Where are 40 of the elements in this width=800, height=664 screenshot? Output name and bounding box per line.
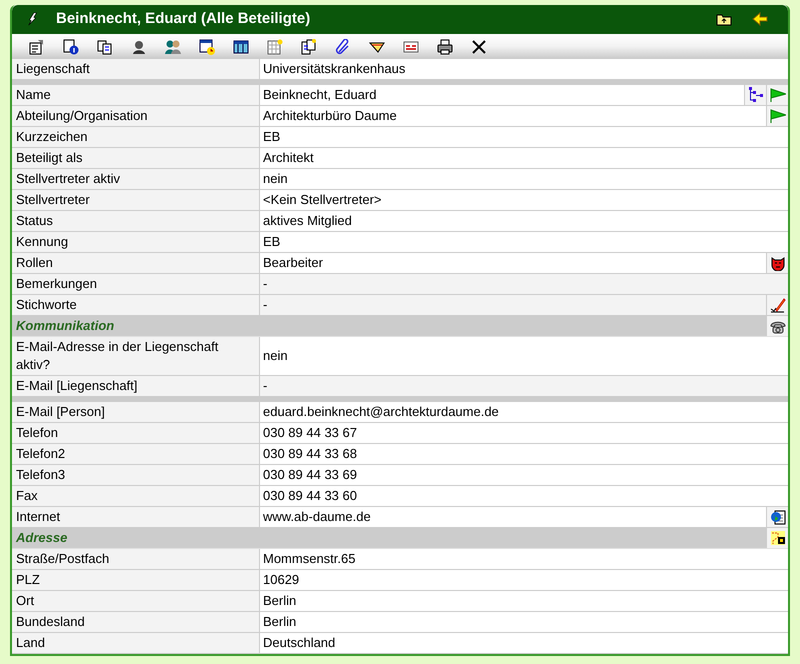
field-label: Status (12, 211, 260, 231)
field-label: Telefon3 (12, 465, 260, 485)
field-label: Stichworte (12, 295, 260, 315)
field-label: PLZ (12, 570, 260, 590)
field-label: Bundesland (12, 612, 260, 632)
field-label: Abteilung/Organisation (12, 106, 260, 126)
field-value: - (260, 295, 766, 315)
section-heading: Kommunikation (15, 317, 116, 335)
field-label: Kurzzeichen (12, 127, 260, 147)
flag-icon[interactable] (766, 106, 788, 126)
field-label: E-Mail [Person] (12, 402, 260, 422)
field-value: - (260, 274, 788, 294)
field-label: Straße/Postfach (12, 549, 260, 569)
telephone-icon[interactable] (766, 316, 788, 336)
field-label: Name (12, 85, 260, 105)
globe-page-icon[interactable] (766, 507, 788, 527)
window-title: Beinknecht, Eduard (Alle Beteiligte) (56, 9, 312, 30)
field-label: E-Mail-Adresse in der Liegenschaft aktiv? (12, 337, 260, 375)
field-label: Liegenschaft (12, 59, 260, 79)
field-label: E-Mail [Liegenschaft] (12, 376, 260, 396)
field-label: Stellvertreter aktiv (12, 169, 260, 189)
pen-icon[interactable] (766, 295, 788, 315)
field-label: Land (12, 633, 260, 653)
field-label: Beteiligt als (12, 148, 260, 168)
tree-icon[interactable] (744, 85, 766, 105)
app-icon (26, 11, 40, 28)
field-label: Stellvertreter (12, 190, 260, 210)
field-label: Rollen (12, 253, 260, 273)
field-label: Fax (12, 486, 260, 506)
field-label: Ort (12, 591, 260, 611)
field-value: - (260, 376, 788, 396)
section-heading: Adresse (14, 529, 68, 547)
field-label: Bemerkungen (12, 274, 260, 294)
field-label: Telefon2 (12, 444, 260, 464)
address-card-icon[interactable] (766, 528, 788, 548)
mask-icon[interactable] (766, 253, 788, 273)
flag-icon[interactable] (766, 85, 788, 105)
field-label: Internet (12, 507, 260, 527)
field-label: Kennung (12, 232, 260, 252)
field-label: Telefon (12, 423, 260, 443)
